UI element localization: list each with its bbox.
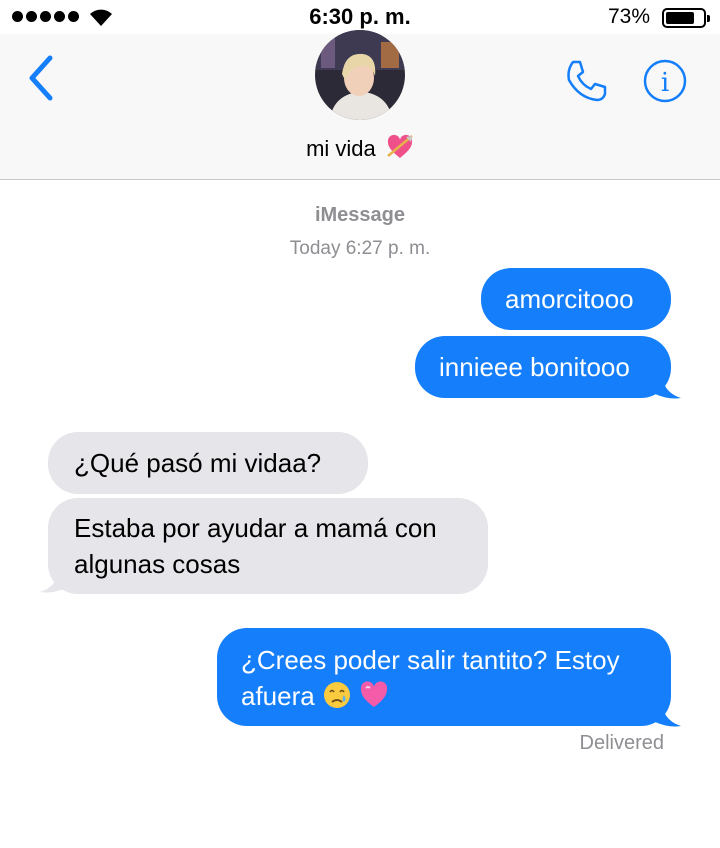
phone-icon[interactable] — [563, 58, 609, 104]
message-text: ¿Crees poder salir tantito? Estoy afuera — [241, 645, 620, 711]
status-bar: 6:30 p. m. 73% — [0, 0, 720, 34]
contact-name: mi vida — [306, 136, 376, 161]
battery-percent: 73% — [607, 5, 650, 28]
svg-text:i: i — [661, 68, 669, 98]
message-timestamp: Today 6:27 p. m. — [289, 238, 431, 259]
message-text: Estaba por ayudar a mamá con algunas cos… — [74, 513, 437, 579]
pink-heart-emoji-icon — [361, 681, 388, 707]
message-text: innieee bonitooo — [439, 352, 630, 382]
info-icon[interactable]: i — [642, 58, 688, 104]
message-text: ¿Qué pasó mi vidaa? — [74, 448, 322, 478]
service-label: iMessage — [314, 204, 406, 226]
conversation-header: mi vida i — [0, 30, 720, 180]
incoming-message-bubble[interactable]: Estaba por ayudar a mamá con algunas cos… — [48, 498, 488, 594]
contact-name-row[interactable]: mi vida — [0, 134, 720, 162]
crying-emoji-icon — [323, 682, 350, 708]
battery-icon — [662, 8, 710, 28]
heart-arrow-emoji-icon — [387, 134, 413, 158]
message-text: amorcitooo — [505, 284, 634, 314]
back-chevron-icon[interactable] — [24, 54, 58, 102]
incoming-bubble-tail — [40, 562, 66, 593]
contact-avatar[interactable] — [315, 30, 405, 120]
outgoing-bubble-tail — [655, 368, 681, 399]
delivery-status: Delivered — [579, 732, 664, 754]
outgoing-bubble-tail — [655, 696, 681, 727]
incoming-message-bubble[interactable]: ¿Qué pasó mi vidaa? — [48, 432, 368, 494]
outgoing-message-bubble[interactable]: ¿Crees poder salir tantito? Estoy afuera — [217, 628, 671, 726]
outgoing-message-bubble[interactable]: innieee bonitooo — [415, 336, 671, 398]
outgoing-message-bubble[interactable]: amorcitooo — [481, 268, 671, 330]
